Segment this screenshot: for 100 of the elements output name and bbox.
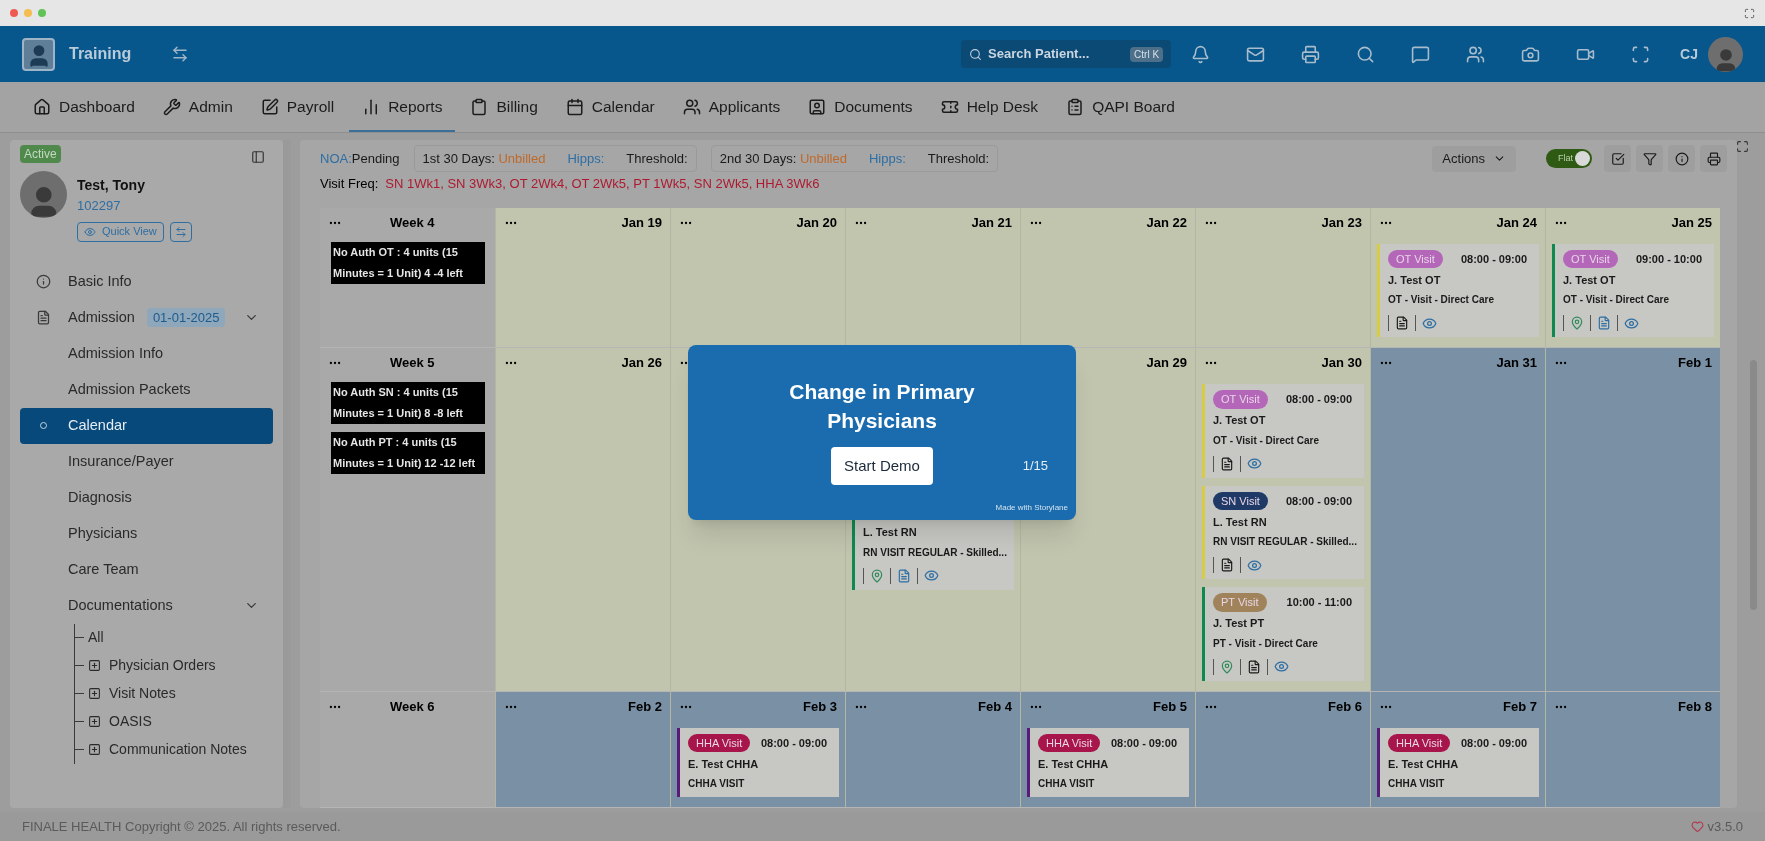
visit-card[interactable]: HHA Visit 08:00 - 09:00 E. Test CHHA CHHA VISIT xyxy=(1027,727,1189,797)
view-icon[interactable] xyxy=(1274,659,1289,674)
visit-time: 08:00 - 09:00 xyxy=(1460,735,1528,751)
nav-tab[interactable]: Reports xyxy=(349,84,456,132)
view-icon[interactable] xyxy=(1247,456,1262,471)
fullscreen-icon[interactable] xyxy=(1631,44,1651,64)
view-icon[interactable] xyxy=(1422,315,1437,331)
start-demo-button[interactable]: Start Demo xyxy=(831,447,933,485)
sidebar-item[interactable]: Admission 01-01-2025 xyxy=(20,299,273,336)
sidebar-item[interactable]: Diagnosis xyxy=(20,479,273,516)
day-date: Jan 19 xyxy=(621,213,662,232)
noa-status: NOA:Pending xyxy=(320,149,400,168)
camera-icon[interactable] xyxy=(1521,44,1541,64)
visit-card[interactable]: OT Visit 08:00 - 09:00 J. Test OT OT - Visit - Direct Care xyxy=(1377,243,1539,337)
actions-dropdown[interactable]: Actions xyxy=(1432,145,1516,172)
nav-tab[interactable]: Documents xyxy=(795,84,926,132)
switch-icon[interactable] xyxy=(171,45,190,63)
user-avatar xyxy=(1708,36,1743,72)
day-date: Jan 29 xyxy=(1146,354,1187,373)
document-tree-item[interactable]: All xyxy=(88,627,104,648)
sidebar-item[interactable]: Insurance/Payer xyxy=(20,443,273,480)
location-pin-icon[interactable] xyxy=(870,568,884,583)
nav-tab[interactable]: Applicants xyxy=(669,84,794,132)
sidebar-item[interactable]: Admission Packets xyxy=(20,371,273,408)
authorization-note: No Auth OT : 4 units (15 Minutes = 1 Unit) 4 -4 left xyxy=(331,241,485,284)
collapse-panel-icon[interactable] xyxy=(251,150,265,164)
print-icon[interactable] xyxy=(1301,44,1321,64)
mail-icon[interactable] xyxy=(1246,44,1266,64)
view-icon[interactable] xyxy=(1247,557,1262,573)
document-tree-item[interactable]: Physician Orders xyxy=(109,655,216,676)
clinician-name: J. Test OT xyxy=(1388,272,1442,288)
print-button[interactable] xyxy=(1700,145,1727,172)
expand-icon[interactable] xyxy=(1744,7,1755,19)
filter-button[interactable] xyxy=(1636,145,1663,172)
expand-icon[interactable] xyxy=(88,715,101,728)
house-icon xyxy=(33,98,51,116)
nav-tab[interactable]: Help Desk xyxy=(927,84,1052,132)
visit-card[interactable]: HHA Visit 08:00 - 09:00 E. Test CHHA CHHA VISIT xyxy=(1377,727,1539,797)
document-icon[interactable] xyxy=(1247,659,1261,674)
sidebar-item[interactable]: Basic Info xyxy=(20,263,273,300)
location-pin-icon[interactable] xyxy=(1570,316,1584,330)
visit-time: 10:00 - 11:00 xyxy=(1286,595,1353,611)
visit-type-tag: OT Visit xyxy=(1388,249,1443,269)
day-date: Feb 1 xyxy=(1678,354,1712,373)
swap-icon xyxy=(174,225,187,238)
nav-tab[interactable]: QAPI Board xyxy=(1053,84,1188,132)
switch-patient-button[interactable] xyxy=(169,221,192,242)
patient-name: Test, Tony xyxy=(77,176,146,195)
document-icon[interactable] xyxy=(1220,456,1234,471)
period-status: 1st 30 Days: Unbilled xyxy=(422,149,546,168)
visit-card[interactable]: HHA Visit 08:00 - 09:00 E. Test CHHA CHHA VISIT xyxy=(677,727,839,797)
flat-toggle[interactable]: Flat xyxy=(1546,149,1592,168)
nav-tab[interactable]: Admin xyxy=(149,84,246,132)
clinician-name: E. Test CHHA xyxy=(688,756,760,772)
document-tree-item[interactable]: Communication Notes xyxy=(109,739,247,760)
chat-icon[interactable] xyxy=(1411,44,1431,64)
people-icon[interactable] xyxy=(1466,44,1486,64)
document-tree-item[interactable]: Visit Notes xyxy=(109,683,176,704)
service-name: RN VISIT REGULAR - Skilled... xyxy=(863,545,1006,560)
expand-icon[interactable] xyxy=(88,687,101,700)
edit-icon xyxy=(260,98,279,116)
visit-type-tag: SN Visit xyxy=(1213,491,1268,511)
view-icon[interactable] xyxy=(1624,315,1639,331)
search-input[interactable]: Search Patient... xyxy=(988,44,1107,64)
document-icon[interactable] xyxy=(1220,558,1234,572)
sidebar-item[interactable]: Calendar xyxy=(20,407,273,444)
info-button[interactable] xyxy=(1668,145,1695,172)
nav-tab[interactable]: Dashboard xyxy=(20,84,148,132)
sidebar-item[interactable]: Admission Info xyxy=(20,335,273,372)
status-badge: Active xyxy=(20,145,61,163)
visit-time: 08:00 - 09:00 xyxy=(760,735,828,751)
visit-card[interactable]: PT Visit 10:00 - 11:00 J. Test PT PT - Visit - Direct Care xyxy=(1202,587,1364,681)
location-pin-icon[interactable] xyxy=(1220,659,1234,674)
clipboard-icon xyxy=(470,98,489,116)
visit-card[interactable]: SN Visit 08:00 - 09:00 L. Test RN RN VISIT REGULAR - Skilled... xyxy=(1202,485,1364,579)
notifications-icon[interactable] xyxy=(1191,44,1211,64)
sidebar-item[interactable]: Physicians xyxy=(20,515,273,552)
document-icon[interactable] xyxy=(1395,316,1409,330)
expand-icon[interactable] xyxy=(88,743,101,756)
expand-icon[interactable] xyxy=(88,659,101,672)
search-field[interactable]: Search Patient... Ctrl K xyxy=(961,40,1172,68)
fullscreen-icon[interactable] xyxy=(1736,140,1749,153)
clinician-name: J. Test OT xyxy=(1563,272,1617,288)
nav-tab[interactable]: Payroll xyxy=(247,84,348,132)
service-name: CHHA VISIT xyxy=(688,777,746,791)
sidebar-item[interactable]: Documentations xyxy=(20,587,273,624)
day-date: Jan 31 xyxy=(1496,354,1537,373)
visit-card[interactable]: OT Visit 08:00 - 09:00 J. Test OT OT - Visit - Direct Care xyxy=(1202,384,1364,478)
view-icon[interactable] xyxy=(924,568,939,583)
hipps-label: Hipps: xyxy=(868,149,906,168)
checkbox-icon xyxy=(1610,151,1625,166)
document-tree-item[interactable]: OASIS xyxy=(109,711,152,732)
select-button[interactable] xyxy=(1604,145,1631,172)
nav-tab[interactable]: Billing xyxy=(457,84,551,132)
search-icon[interactable] xyxy=(1356,44,1376,64)
visit-card[interactable]: OT Visit 09:00 - 10:00 J. Test OT OT - Visit - Direct Care xyxy=(1552,243,1714,337)
day-date: Jan 26 xyxy=(621,354,662,373)
sidebar-item[interactable]: Care Team xyxy=(20,551,273,588)
close-window-icon[interactable] xyxy=(10,9,18,17)
nav-tab[interactable]: Calendar xyxy=(552,84,668,132)
